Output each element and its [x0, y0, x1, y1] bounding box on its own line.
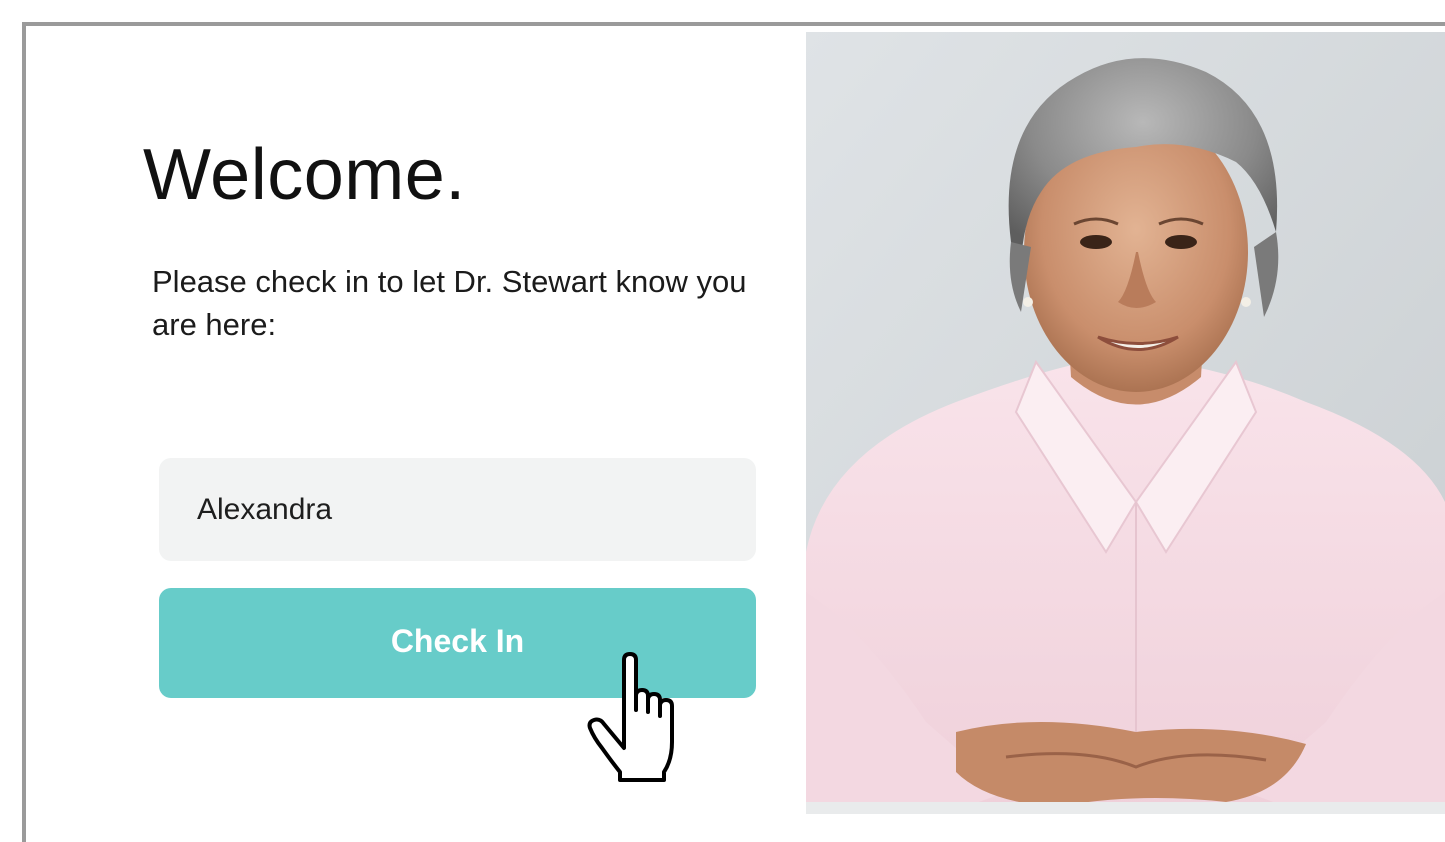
page-title: Welcome.: [143, 135, 466, 215]
name-input[interactable]: [159, 458, 756, 561]
patient-photo: [806, 32, 1445, 814]
checkin-instructions: Please check in to let Dr. Stewart know …: [152, 264, 747, 342]
hand-pointer-icon: [587, 652, 674, 782]
